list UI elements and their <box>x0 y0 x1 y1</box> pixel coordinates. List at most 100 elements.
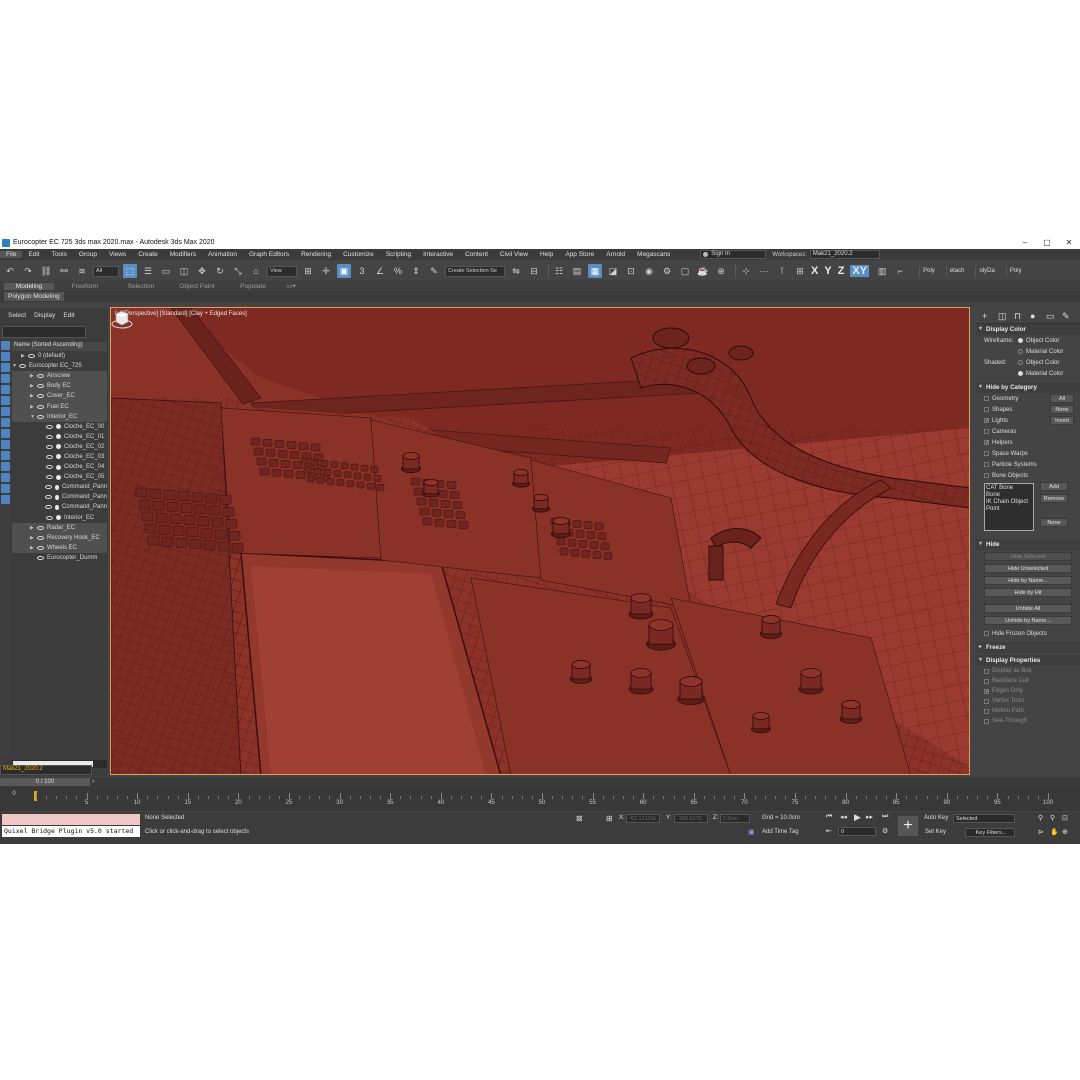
track-bar[interactable]: 0 5 10 15 20 25 30 35 40 45 50 55 60 65 70 75 80 85 90 95 1… <box>0 787 1080 811</box>
maxscript-listener-input[interactable] <box>2 814 140 825</box>
poly-tab-2[interactable]: Poly <box>1005 266 1025 276</box>
visibility-eye-icon[interactable] <box>37 525 44 530</box>
ribbon-options-icon[interactable]: ▭▾ <box>284 282 298 290</box>
visibility-eye-icon[interactable] <box>45 505 52 510</box>
toggle-ribbon-icon[interactable]: ▦ <box>588 264 602 278</box>
face-snap-icon[interactable]: ⊞ <box>793 264 807 278</box>
visibility-eye-icon[interactable] <box>37 535 44 540</box>
category-checkbox[interactable] <box>984 407 989 412</box>
collapse-icon[interactable]: ▼ <box>12 363 19 369</box>
isolate-icon[interactable]: ⊠ <box>576 814 583 823</box>
freeze-dot-icon[interactable] <box>54 484 59 490</box>
menu-animation[interactable]: Animation <box>202 251 243 258</box>
list-item[interactable]: Point <box>986 506 1032 513</box>
polydata-tab[interactable]: olyDa <box>975 266 997 276</box>
none-list-button[interactable]: None <box>1040 518 1068 527</box>
menu-scripting[interactable]: Scripting <box>380 251 417 258</box>
expand-icon[interactable]: ▶ <box>21 353 28 359</box>
polygon-modeling-panel[interactable]: Polygon Modeling <box>4 292 64 301</box>
visibility-eye-icon[interactable] <box>37 374 44 379</box>
z-coordinate-field[interactable]: 0.0cm <box>720 814 750 823</box>
tree-item[interactable]: ▶ Radar_EC <box>12 522 107 533</box>
shaded-material-radio[interactable] <box>1018 371 1023 376</box>
detach-tab[interactable]: etach <box>945 266 968 276</box>
select-manipulate-icon[interactable]: ✛ <box>319 264 333 278</box>
explorer-search-input[interactable] <box>2 326 86 338</box>
display-invert-icon[interactable] <box>1 363 10 372</box>
visibility-eye-icon[interactable] <box>45 495 52 500</box>
current-frame-field[interactable]: 0 <box>838 827 876 836</box>
zoom-all-icon[interactable]: ⚲ <box>1050 814 1055 822</box>
menu-civil-view[interactable]: Civil View <box>494 251 534 258</box>
select-scale-icon[interactable]: ⤡ <box>231 264 245 278</box>
tree-item[interactable]: ▶ Body EC <box>12 381 107 392</box>
tree-item[interactable]: ▶ Airscrew <box>12 371 107 382</box>
tree-item[interactable]: ▶ 0 (default) <box>12 351 107 361</box>
tree-item[interactable]: ▼ Interior_EC <box>12 411 107 422</box>
visibility-eye-icon[interactable] <box>46 424 53 429</box>
frozen-filter-icon[interactable] <box>1 484 10 493</box>
window-crossing-icon[interactable]: ◫ <box>177 264 191 278</box>
spacewarps-filter-icon[interactable] <box>1 429 10 438</box>
category-checkbox[interactable] <box>984 473 989 478</box>
hide-unselected-button[interactable]: Hide Unselected <box>984 564 1072 573</box>
key-filters-button[interactable]: Key Filters... <box>965 828 1015 837</box>
expand-icon[interactable]: ▶ <box>30 383 37 389</box>
display-property-checkbox[interactable] <box>984 668 989 674</box>
link-icon[interactable]: ⛓ <box>39 264 53 278</box>
visibility-eye-icon[interactable] <box>46 515 53 520</box>
auto-key-button[interactable]: Auto Key <box>924 815 948 821</box>
hidden-filter-icon[interactable] <box>1 495 10 504</box>
unhide-by-name-button[interactable]: Unhide by Name... <box>984 616 1072 625</box>
menu-arnold[interactable]: Arnold <box>600 251 631 258</box>
vertex-snap-icon[interactable]: ⋯ <box>757 264 771 278</box>
explorer-menu-edit[interactable]: Edit <box>63 312 74 319</box>
visibility-eye-icon[interactable] <box>19 364 26 369</box>
remove-button[interactable]: Remove <box>1040 494 1068 503</box>
list-item[interactable]: IK Chain Object <box>986 499 1032 506</box>
category-checkbox[interactable]: ✓ <box>984 440 989 446</box>
menu-file[interactable]: File <box>0 251 23 258</box>
time-slider-knob[interactable]: 0 / 100 <box>0 778 90 786</box>
visibility-eye-icon[interactable] <box>46 475 53 480</box>
tree-item[interactable]: Cloche_EC_04 <box>12 462 107 472</box>
tree-item[interactable]: ▶ Cover_EC <box>12 391 107 402</box>
tab-freeform[interactable]: Freeform <box>60 283 110 290</box>
bones-filter-icon[interactable] <box>1 462 10 471</box>
menu-modifiers[interactable]: Modifiers <box>164 251 202 258</box>
go-to-end-icon[interactable]: ⏭ <box>882 813 888 821</box>
menu-rendering[interactable]: Rendering <box>295 251 337 258</box>
orbit-icon[interactable]: ⊕ <box>1062 828 1068 836</box>
minimize-button[interactable]: – <box>1014 238 1036 247</box>
cameras-filter-icon[interactable] <box>1 407 10 416</box>
render-production-icon[interactable]: ☕ <box>696 264 710 278</box>
category-checkbox[interactable]: ✓ <box>984 418 989 424</box>
render-setup-icon[interactable]: ⚙ <box>660 264 674 278</box>
display-properties-rollout[interactable]: Display Properties <box>976 655 1080 666</box>
visibility-eye-icon[interactable] <box>45 485 52 490</box>
next-frame-icon[interactable]: ▸▸ <box>866 813 873 821</box>
edit-named-sets-icon[interactable]: ✎ <box>427 264 441 278</box>
select-move-icon[interactable]: ✥ <box>195 264 209 278</box>
tree-item[interactable]: Cloche_EC_03 <box>12 452 107 462</box>
time-tag-icon[interactable]: ▣ <box>748 828 755 836</box>
align-icon[interactable]: ⊟ <box>527 264 541 278</box>
visibility-eye-icon[interactable] <box>46 434 53 439</box>
freeze-dot-icon[interactable] <box>56 515 61 521</box>
maximize-button[interactable]: ▢ <box>1036 238 1058 247</box>
scene-explorer-icon[interactable]: ☷ <box>552 264 566 278</box>
tree-item[interactable]: Command_Pann <box>12 502 107 512</box>
tab-selection[interactable]: Selection <box>116 283 166 290</box>
display-none-icon[interactable] <box>1 341 10 350</box>
modify-tab-icon[interactable]: ◫ <box>998 311 1008 321</box>
display-property-checkbox[interactable] <box>984 718 989 724</box>
all-button[interactable]: All <box>1050 394 1074 403</box>
shapes-filter-icon[interactable] <box>1 385 10 394</box>
set-key-button[interactable]: Set Key <box>925 829 946 835</box>
visibility-eye-icon[interactable] <box>46 444 53 449</box>
visibility-eye-icon[interactable] <box>37 545 44 550</box>
menu-megascans[interactable]: Megascans <box>631 251 676 258</box>
freeze-dot-icon[interactable] <box>56 464 61 470</box>
tree-item[interactable]: ▶ Fuel EC <box>12 401 107 412</box>
snaps-toggle-icon[interactable]: 3 <box>355 264 369 278</box>
